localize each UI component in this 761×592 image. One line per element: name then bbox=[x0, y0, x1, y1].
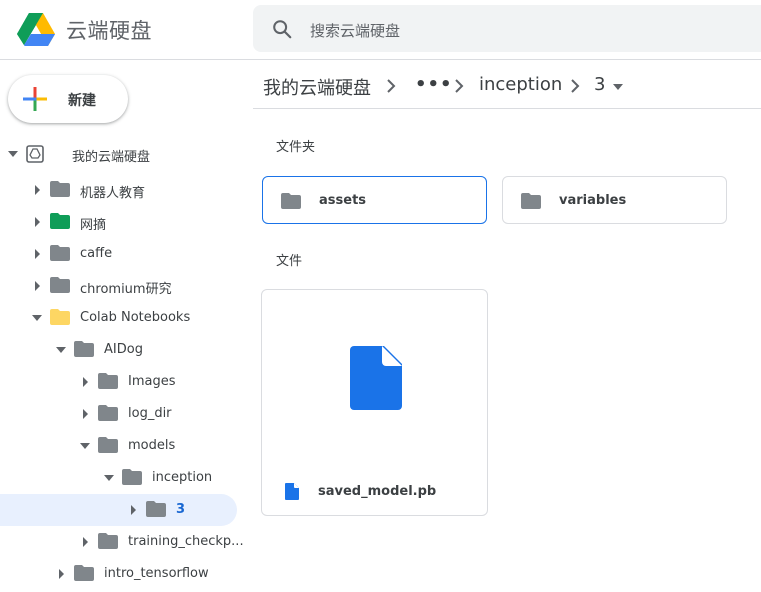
expand-right-icon[interactable] bbox=[80, 377, 90, 387]
folder-name: variables bbox=[559, 193, 627, 208]
folder-green-icon bbox=[50, 213, 70, 229]
folder-icon bbox=[74, 565, 94, 581]
sidebar-item-label: Colab Notebooks bbox=[80, 310, 191, 325]
expand-down-icon[interactable] bbox=[32, 313, 42, 323]
folder-icon bbox=[146, 501, 166, 517]
sidebar-item-label: inception bbox=[152, 470, 213, 485]
folder-icon bbox=[50, 277, 70, 293]
chevron-right-icon bbox=[455, 79, 464, 93]
search-icon[interactable] bbox=[271, 18, 293, 40]
sidebar-item-inception[interactable]: inception bbox=[0, 462, 240, 494]
sidebar-item-label: AIDog bbox=[104, 342, 143, 357]
chevron-right-icon bbox=[387, 79, 396, 93]
sidebar-item-label: intro_tensorflow bbox=[104, 566, 209, 581]
folders-section-title: 文件夹 bbox=[276, 140, 316, 155]
drive-logo-icon[interactable] bbox=[16, 11, 56, 47]
folder-icon bbox=[50, 181, 70, 197]
expand-down-icon[interactable] bbox=[8, 149, 18, 159]
sidebar-item-images[interactable]: Images bbox=[0, 366, 240, 398]
search-input[interactable]: 搜索云端硬盘 bbox=[310, 20, 400, 41]
sidebar-item-web-clips[interactable]: 网摘 bbox=[0, 206, 240, 238]
expand-right-icon[interactable] bbox=[80, 409, 90, 419]
new-button[interactable]: 新建 bbox=[8, 75, 128, 123]
folder-icon bbox=[98, 533, 118, 549]
folder-card-assets[interactable]: assets bbox=[262, 176, 487, 224]
sidebar-item-caffe[interactable]: caffe bbox=[0, 238, 240, 270]
expand-right-icon[interactable] bbox=[32, 249, 42, 259]
sidebar-item-chromium[interactable]: chromium研究 bbox=[0, 270, 240, 302]
expand-right-icon[interactable] bbox=[32, 217, 42, 227]
sidebar-item-label: chromium研究 bbox=[80, 282, 172, 297]
search-box[interactable]: 搜索云端硬盘 bbox=[253, 5, 761, 52]
top-bar: 云端硬盘 搜索云端硬盘 bbox=[0, 0, 761, 60]
expand-right-icon[interactable] bbox=[80, 537, 90, 547]
expand-right-icon[interactable] bbox=[32, 281, 42, 291]
expand-down-icon[interactable] bbox=[80, 441, 90, 451]
sidebar-item-robot-education[interactable]: 机器人教育 bbox=[0, 174, 240, 206]
folder-icon bbox=[122, 469, 142, 485]
document-icon bbox=[350, 346, 402, 410]
folder-icon bbox=[98, 437, 118, 453]
sidebar-item-label: caffe bbox=[80, 246, 113, 261]
chevron-right-icon bbox=[571, 79, 580, 93]
folder-icon bbox=[98, 373, 118, 389]
folder-icon bbox=[50, 245, 70, 261]
sidebar-item-label: log_dir bbox=[128, 406, 172, 421]
sidebar-item-intro-tensorflow[interactable]: intro_tensorflow bbox=[0, 558, 240, 590]
folder-yellow-icon bbox=[50, 309, 70, 325]
expand-right-icon[interactable] bbox=[128, 505, 138, 515]
folder-name: assets bbox=[319, 193, 367, 208]
sidebar-item-label: Images bbox=[128, 374, 176, 389]
folder-icon bbox=[521, 193, 541, 209]
file-card-saved-model[interactable]: saved_model.pb bbox=[261, 289, 488, 516]
folder-icon bbox=[98, 405, 118, 421]
sidebar-item-label: training_checkp... bbox=[128, 534, 244, 549]
breadcrumb: 我的云端硬盘 ••• inception 3 bbox=[253, 60, 761, 109]
sidebar-item-aidog[interactable]: AIDog bbox=[0, 334, 240, 366]
sidebar-item-label: 3 bbox=[176, 502, 186, 517]
my-drive-icon bbox=[26, 145, 44, 163]
plus-icon bbox=[23, 87, 47, 111]
sidebar-item-label: 机器人教育 bbox=[80, 186, 146, 201]
app-title[interactable]: 云端硬盘 bbox=[66, 15, 152, 45]
files-section-title: 文件 bbox=[276, 254, 303, 269]
sidebar-item-label: 网摘 bbox=[80, 218, 107, 233]
sidebar-item-models[interactable]: models bbox=[0, 430, 240, 462]
folder-icon bbox=[281, 193, 301, 209]
document-icon bbox=[285, 483, 299, 500]
breadcrumb-more[interactable]: ••• bbox=[415, 74, 453, 95]
sidebar-item-my-drive[interactable]: 我的云端硬盘 bbox=[0, 138, 240, 170]
expand-right-icon[interactable] bbox=[56, 569, 66, 579]
new-button-label: 新建 bbox=[68, 93, 96, 109]
expand-down-icon[interactable] bbox=[56, 345, 66, 355]
file-preview bbox=[262, 290, 487, 462]
expand-down-icon[interactable] bbox=[104, 473, 114, 483]
folder-card-variables[interactable]: variables bbox=[502, 176, 727, 224]
sidebar-item-label: models bbox=[128, 438, 176, 453]
folder-icon bbox=[74, 341, 94, 357]
sidebar-item-training-checkpoints[interactable]: training_checkp... bbox=[0, 526, 244, 558]
chevron-down-icon[interactable] bbox=[613, 84, 623, 90]
sidebar-item-label: 我的云端硬盘 bbox=[72, 150, 151, 165]
file-name: saved_model.pb bbox=[318, 484, 437, 499]
sidebar-item-colab-notebooks[interactable]: Colab Notebooks bbox=[0, 302, 240, 334]
breadcrumb-current[interactable]: 3 bbox=[594, 74, 605, 95]
sidebar-item-3[interactable]: 3 bbox=[0, 494, 237, 526]
expand-right-icon[interactable] bbox=[32, 185, 42, 195]
sidebar-item-log-dir[interactable]: log_dir bbox=[0, 398, 240, 430]
breadcrumb-inception[interactable]: inception bbox=[479, 74, 562, 95]
breadcrumb-root[interactable]: 我的云端硬盘 bbox=[263, 74, 371, 100]
